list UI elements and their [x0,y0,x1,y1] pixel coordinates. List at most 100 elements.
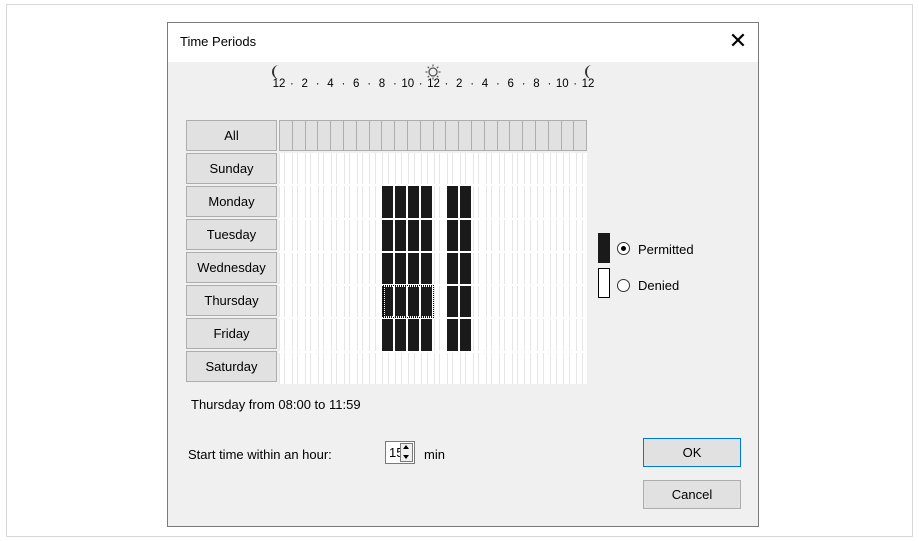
hour-column-header[interactable] [342,121,356,150]
schedule-cell[interactable] [434,219,445,251]
schedule-cell[interactable] [382,352,394,384]
schedule-cell[interactable] [472,286,484,318]
schedule-cell[interactable] [369,252,381,285]
schedule-cell[interactable] [304,319,316,351]
schedule-cell[interactable] [446,319,458,351]
schedule-cell[interactable] [472,219,484,251]
schedule-cell[interactable] [382,186,394,218]
schedule-cell[interactable] [576,352,587,384]
hour-column-header[interactable] [432,121,446,150]
schedule-cell[interactable] [291,252,303,285]
schedule-cell[interactable] [421,219,432,251]
schedule-cell[interactable] [395,153,407,185]
schedule-cell[interactable] [563,319,575,351]
schedule-cell[interactable] [343,219,355,251]
schedule-cell[interactable] [446,186,458,218]
hour-column-header[interactable] [304,121,318,150]
schedule-cell[interactable] [291,352,303,384]
start-time-stepper[interactable]: 15 [385,441,415,464]
hour-column-header[interactable] [291,121,305,150]
schedule-cell[interactable] [408,352,420,384]
schedule-cell[interactable] [291,219,303,251]
schedule-cell[interactable] [421,319,432,351]
schedule-cell[interactable] [317,286,329,318]
schedule-cell[interactable] [434,352,445,384]
schedule-cell[interactable] [408,286,420,318]
schedule-cell[interactable] [511,186,523,218]
schedule-cell[interactable] [356,286,368,318]
schedule-cell[interactable] [279,286,290,318]
hour-column-header[interactable] [560,121,574,150]
schedule-cell[interactable] [395,186,407,218]
schedule-cell[interactable] [498,153,510,185]
schedule-cell[interactable] [343,252,355,285]
schedule-cell[interactable] [550,153,562,185]
schedule-cell[interactable] [317,219,329,251]
schedule-cell[interactable] [576,219,587,251]
schedule-cell[interactable] [291,319,303,351]
hour-column-header[interactable] [483,121,497,150]
schedule-cell[interactable] [330,219,342,251]
schedule-cell[interactable] [550,319,562,351]
schedule-cell[interactable] [291,186,303,218]
schedule-cell[interactable] [421,153,432,185]
schedule-cell[interactable] [459,252,471,285]
schedule-cell[interactable] [446,252,458,285]
schedule-cell[interactable] [279,252,290,285]
schedule-cell[interactable] [421,286,432,318]
schedule-cell[interactable] [304,153,316,185]
schedule-cell[interactable] [563,153,575,185]
schedule-cell[interactable] [279,352,290,384]
schedule-cell[interactable] [369,319,381,351]
schedule-cell[interactable] [330,252,342,285]
schedule-cell[interactable] [317,319,329,351]
schedule-cell[interactable] [459,352,471,384]
schedule-cell[interactable] [563,252,575,285]
day-button-saturday[interactable]: Saturday [186,351,277,382]
schedule-cell[interactable] [434,186,445,218]
schedule-cell[interactable] [498,186,510,218]
schedule-cell[interactable] [382,286,394,318]
schedule-cell[interactable] [446,352,458,384]
schedule-cell[interactable] [395,352,407,384]
schedule-cell[interactable] [550,186,562,218]
schedule-cell[interactable] [563,186,575,218]
schedule-cell[interactable] [498,219,510,251]
schedule-cell[interactable] [524,252,536,285]
schedule-cell[interactable] [485,219,497,251]
select-all-button[interactable]: All [186,120,277,151]
schedule-cell[interactable] [317,153,329,185]
schedule-cell[interactable] [356,352,368,384]
schedule-cell[interactable] [330,153,342,185]
hour-column-header[interactable] [470,121,484,150]
schedule-cell[interactable] [537,186,549,218]
schedule-cell[interactable] [537,153,549,185]
schedule-cell[interactable] [576,286,587,318]
schedule-cell[interactable] [524,286,536,318]
schedule-cell[interactable] [369,186,381,218]
schedule-cell[interactable] [304,352,316,384]
hour-column-header[interactable] [445,121,459,150]
schedule-cell[interactable] [369,219,381,251]
hour-column-header[interactable] [330,121,343,150]
schedule-cell[interactable] [369,153,381,185]
schedule-cell[interactable] [550,252,562,285]
day-button-monday[interactable]: Monday [186,186,277,217]
schedule-cell[interactable] [485,252,497,285]
schedule-cell[interactable] [421,352,432,384]
schedule-cell[interactable] [524,219,536,251]
hour-column-header[interactable] [355,121,369,150]
schedule-cell[interactable] [356,153,368,185]
schedule-cell[interactable] [537,352,549,384]
schedule-grid[interactable] [279,153,587,384]
schedule-cell[interactable] [395,286,407,318]
hour-column-header[interactable] [522,121,535,150]
schedule-cell[interactable] [485,153,497,185]
schedule-cell[interactable] [279,219,290,251]
schedule-cell[interactable] [537,219,549,251]
schedule-cell[interactable] [304,252,316,285]
schedule-cell[interactable] [524,319,536,351]
schedule-cell[interactable] [330,352,342,384]
schedule-cell[interactable] [511,219,523,251]
hour-column-header[interactable] [547,121,561,150]
